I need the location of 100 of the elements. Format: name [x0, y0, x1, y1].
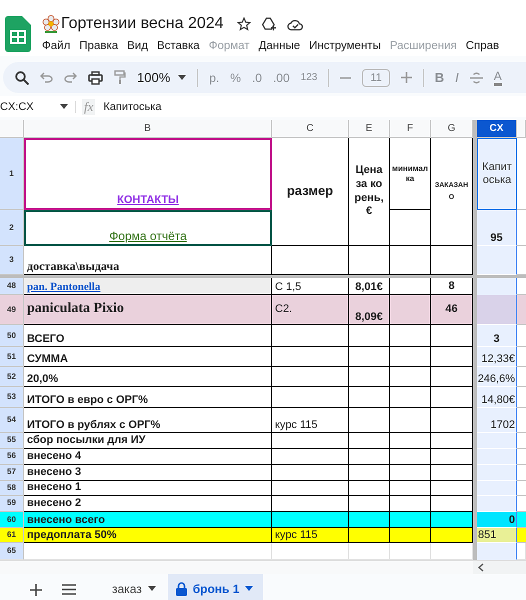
table-cell — [390, 449, 431, 465]
table-cell — [349, 433, 390, 449]
row-number: 1 — [0, 138, 24, 210]
table-cell — [390, 465, 431, 481]
column-title: минималка — [390, 138, 431, 210]
table-cell: сбор посылки для ИУ — [24, 433, 272, 449]
menu-item[interactable]: Данные — [258, 40, 300, 52]
report-form-link[interactable]: Форма отчёта — [109, 230, 187, 244]
table-cell — [349, 367, 390, 387]
caret-icon — [245, 586, 254, 591]
table-cell — [390, 210, 431, 246]
table-cell — [477, 449, 517, 465]
row-number: 49 — [0, 295, 24, 325]
column-header[interactable]: F — [390, 120, 431, 138]
table-cell: 3 — [477, 325, 517, 347]
contacts-link[interactable]: КОНТАКТЫ — [117, 194, 179, 207]
table-cell[interactable]: Капитоська — [477, 138, 517, 210]
column-title: размер — [272, 138, 349, 246]
table-cell: ВСЕГО — [24, 325, 272, 347]
row-number: 57 — [0, 465, 24, 481]
add-sheet-icon[interactable] — [30, 584, 42, 596]
table-cell — [517, 512, 526, 528]
table-cell: внесено 1 — [24, 481, 272, 496]
table-cell — [477, 433, 517, 449]
sheets-logo-icon[interactable] — [5, 16, 31, 52]
sheet-tab[interactable]: бронь 1 — [168, 574, 264, 600]
formula-input[interactable]: Капитоська — [103, 100, 162, 112]
column-header[interactable]: B — [24, 120, 272, 138]
item-link[interactable]: pan. Pantonella — [27, 281, 100, 294]
table-cell — [390, 528, 431, 543]
table-cell — [477, 295, 517, 325]
menu-item[interactable]: Вставка — [156, 40, 200, 52]
table-cell: 8,09€ — [349, 295, 390, 325]
row-number: 61 — [0, 528, 24, 543]
column-header[interactable]: C — [272, 120, 349, 138]
menu-item[interactable]: Правка — [79, 40, 118, 52]
name-box[interactable]: CX:CX — [0, 100, 76, 112]
table-cell: paniculata Pixio — [24, 295, 272, 325]
row-number: 48 — [0, 278, 24, 295]
table-cell — [349, 347, 390, 367]
table-cell: курс 115 — [272, 528, 349, 543]
row-number: 58 — [0, 481, 24, 496]
table-cell — [390, 325, 431, 347]
table-cell: 12,33€ — [477, 347, 517, 367]
horizontal-scrollbar[interactable] — [473, 561, 526, 574]
row-number: 54 — [0, 408, 24, 433]
menu-icon[interactable] — [62, 584, 76, 595]
table-cell: 46 — [431, 295, 473, 325]
table-cell — [477, 465, 517, 481]
row-number: 56 — [0, 449, 24, 465]
row-number: 52 — [0, 367, 24, 387]
table-cell — [390, 481, 431, 496]
column-header[interactable]: G — [431, 120, 473, 138]
table-cell: 851 — [477, 528, 517, 543]
caret-icon — [148, 586, 156, 591]
menu-item[interactable]: Инструменты — [309, 40, 381, 52]
menu-item[interactable]: Справ — [466, 40, 500, 52]
row-number: 50 — [0, 325, 24, 347]
flower-icon — [42, 15, 60, 33]
caret-icon[interactable] — [178, 75, 186, 80]
row-number: 3 — [0, 246, 24, 275]
table-cell: внесено 4 — [24, 449, 272, 465]
table-cell: СУММА — [24, 347, 272, 367]
table-cell — [477, 246, 517, 275]
table-cell — [477, 481, 517, 496]
star-icon[interactable] — [236, 17, 251, 31]
table-cell — [349, 408, 390, 433]
scroll-left-icon[interactable] — [477, 563, 485, 572]
table-cell — [390, 295, 431, 325]
table-cell — [477, 278, 517, 295]
table-cell — [390, 433, 431, 449]
table-cell — [390, 367, 431, 387]
table-cell — [349, 449, 390, 465]
table-cell: 0 — [477, 512, 517, 528]
table-cell[interactable]: 95 — [477, 210, 517, 246]
table-cell — [431, 528, 473, 543]
table-cell — [390, 408, 431, 433]
zoom-select[interactable]: 100% — [137, 70, 170, 85]
table-cell — [517, 295, 526, 325]
lock-icon — [176, 582, 187, 596]
row-number: 51 — [0, 347, 24, 367]
table-cell — [390, 512, 431, 528]
column-header[interactable]: CX — [477, 120, 517, 138]
table-cell: курс 115 — [272, 408, 349, 433]
cloud-check-icon[interactable] — [286, 18, 304, 30]
table-cell: ИТОГО в рублях с ОРГ% — [24, 408, 272, 433]
table-cell — [349, 325, 390, 347]
print-icon[interactable] — [88, 70, 103, 84]
sheet-tab[interactable]: заказ — [104, 574, 166, 600]
document-title[interactable]: Гортензии весна 2024 — [61, 15, 224, 33]
menu-item[interactable]: Вид — [127, 40, 148, 52]
table-cell — [349, 387, 390, 408]
table-cell: внесено 3 — [24, 465, 272, 481]
search-icon[interactable] — [15, 70, 29, 84]
row-number: 65 — [0, 543, 24, 560]
table-cell: ИТОГО в евро с ОРГ% — [24, 387, 272, 408]
menu-item[interactable]: Файл — [42, 40, 70, 52]
column-header[interactable]: E — [349, 120, 390, 138]
function-label: fx — [82, 98, 96, 114]
row-number: 60 — [0, 512, 24, 528]
